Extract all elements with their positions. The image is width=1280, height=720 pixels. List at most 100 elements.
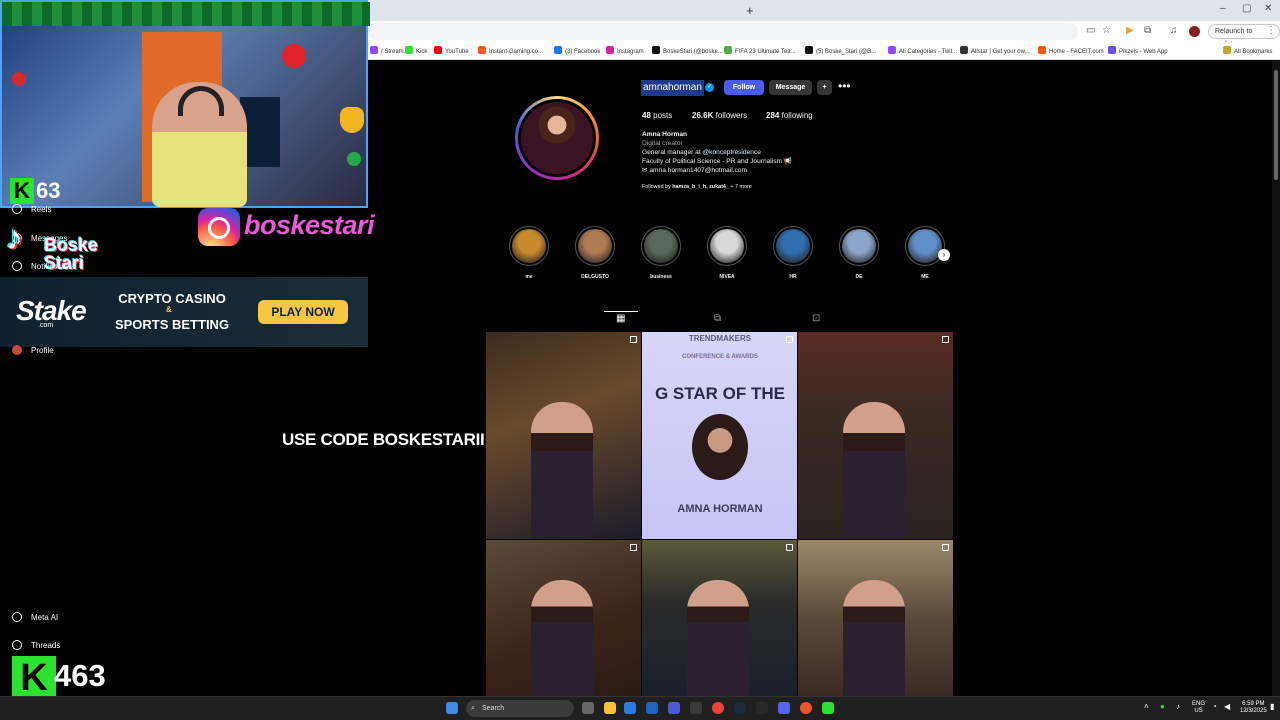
tab-posts[interactable]: ▦	[616, 313, 625, 324]
cast-icon[interactable]: ▭	[1086, 25, 1095, 36]
tab-tagged[interactable]: ⊡	[812, 313, 820, 324]
bio-mention-link[interactable]: @konceptresidence	[702, 149, 760, 156]
bookmark-item[interactable]: Pikzels - Web App	[1108, 46, 1168, 55]
kick-count-badge: K 63	[10, 178, 60, 206]
post-thumbnail[interactable]	[486, 332, 641, 539]
post-caption-star: G STAR OF THE	[654, 384, 785, 403]
bookmark-item[interactable]: Kick	[405, 46, 427, 55]
play-now-button[interactable]: PLAY NOW	[258, 300, 348, 324]
sidebar-item-threads[interactable]: Threads	[12, 640, 60, 650]
profile-full-name: Amna Horman	[642, 131, 688, 138]
url-input[interactable]	[368, 23, 1078, 40]
steam-icon[interactable]	[734, 702, 746, 714]
profile-avatar[interactable]	[515, 96, 599, 180]
close-window-button[interactable]: ✕	[1264, 3, 1272, 14]
all-bookmarks-link[interactable]: All Bookmarks	[1223, 46, 1272, 55]
highlight-label: business	[650, 274, 672, 280]
bio-line-1: General manager at @konceptresidence	[642, 149, 761, 156]
following-stat[interactable]: 284 following	[766, 111, 813, 120]
chrome-icon[interactable]	[712, 702, 724, 714]
post-subject	[531, 402, 593, 539]
bookmark-item[interactable]: (5) Boske_Stari (@B...	[805, 46, 876, 55]
bookmark-favicon-icon	[405, 46, 413, 54]
bookmark-item[interactable]: Allstar | Get your ow...	[960, 46, 1030, 55]
new-tab-button[interactable]: +	[746, 3, 754, 18]
epic-icon[interactable]	[756, 702, 768, 714]
bookmark-item[interactable]: (3) Facebook	[554, 46, 600, 55]
follow-button[interactable]: Follow	[724, 80, 764, 95]
scrollbar-thumb[interactable]	[1274, 70, 1278, 180]
post-thumbnail[interactable]	[486, 540, 641, 696]
network-icon[interactable]: ◔	[1212, 703, 1217, 711]
more-options-icon[interactable]: •••	[838, 79, 851, 93]
mic-icon[interactable]: ♪	[1176, 703, 1180, 711]
bookmark-item[interactable]: FIFA 23 Ultimate Tea...	[724, 46, 796, 55]
clock[interactable]: 6:59 PM 12/3/2025	[1240, 701, 1267, 715]
bookmark-item[interactable]: Home - FACEIT.com	[1038, 46, 1104, 55]
browser-tab-strip: + – ▢ ✕	[368, 0, 1280, 21]
bookmark-favicon-icon	[805, 46, 813, 54]
task-view-icon[interactable]	[582, 702, 594, 714]
extension-icon[interactable]: ▶	[1126, 25, 1134, 36]
maximize-button[interactable]: ▢	[1242, 3, 1251, 14]
story-highlight[interactable]: NIVEA	[707, 226, 747, 280]
media-icon[interactable]: ♫	[1170, 25, 1178, 36]
kick-app-icon[interactable]	[822, 702, 834, 714]
bookmark-item[interactable]: Instagram	[606, 46, 644, 55]
post-thumbnail[interactable]	[642, 540, 797, 696]
bookmark-star-icon[interactable]: ☆	[1102, 25, 1111, 36]
story-highlight[interactable]: DE	[839, 226, 879, 280]
post-subject	[843, 402, 905, 539]
bookmark-item[interactable]: / Stream...	[370, 46, 409, 55]
tray-app-icon[interactable]: ●	[1160, 703, 1165, 711]
discord-icon[interactable]	[778, 702, 790, 714]
post-thumbnail[interactable]	[798, 540, 953, 696]
carousel-icon	[786, 544, 793, 551]
windows-taskbar: ⌕ Search ˄ ● ♪ ENG US ◔ ◀ 6:59 PM 12/3/2025…	[0, 696, 1280, 720]
tiktok-logo-icon: ♪	[6, 219, 23, 257]
bookmark-favicon-icon	[724, 46, 732, 54]
bookmark-item[interactable]: BoskeStari (@boske...	[652, 46, 723, 55]
story-highlight[interactable]: me	[509, 226, 549, 280]
bell-icon	[340, 107, 364, 133]
kick-logo-icon: K	[10, 178, 34, 204]
search-icon: ⌕	[471, 705, 475, 712]
tray-chevron-icon[interactable]: ˄	[1144, 703, 1149, 711]
teams-icon[interactable]	[668, 702, 680, 714]
story-highlight[interactable]: HR	[773, 226, 813, 280]
bookmark-favicon-icon	[652, 46, 660, 54]
language-indicator[interactable]: ENG US	[1192, 701, 1205, 715]
instagram-logo-icon	[198, 208, 240, 246]
message-button[interactable]: Message	[769, 80, 812, 95]
sidebar-item-meta-ai[interactable]: Meta AI	[12, 612, 58, 622]
screen: + – ▢ ✕ ▭ ☆ ▶ ⧉ ♫ Relaunch to update ⋮ /…	[0, 0, 1280, 720]
bookmark-item[interactable]: YouTube	[434, 46, 469, 55]
bookmark-item[interactable]: All Categories - Twit...	[888, 46, 957, 55]
edge-icon[interactable]	[624, 702, 636, 714]
profile-avatar-icon[interactable]	[1189, 26, 1200, 37]
story-highlight[interactable]: business	[641, 226, 681, 280]
volume-icon[interactable]: ◀	[1224, 703, 1230, 711]
followers-stat[interactable]: 26.6K followers	[692, 111, 747, 120]
obs-icon[interactable]	[800, 702, 812, 714]
post-thumbnail[interactable]	[798, 332, 953, 539]
story-highlight[interactable]: DELGUSTO	[575, 226, 615, 280]
bookmark-favicon-icon	[606, 46, 614, 54]
sidebar-item-reels[interactable]: Reels	[12, 204, 51, 214]
menu-dots-icon[interactable]: ⋮	[1266, 25, 1276, 36]
taskbar-search[interactable]: ⌕ Search	[466, 700, 574, 717]
bookmark-item[interactable]: Instant-Gaming.co...	[478, 46, 543, 55]
start-icon[interactable]	[446, 702, 458, 714]
sidebar-item-profile[interactable]: Profile	[12, 345, 54, 355]
notifications-icon[interactable]: ▮	[1270, 703, 1274, 711]
outlook-icon[interactable]	[646, 702, 658, 714]
minimize-button[interactable]: –	[1220, 3, 1226, 14]
extensions-puzzle-icon[interactable]: ⧉	[1144, 25, 1151, 36]
suggested-users-button[interactable]: +	[817, 80, 832, 95]
followed-by[interactable]: Followed by hamza_b_i_h, zukat4_ + 7 mor…	[642, 183, 752, 192]
store-icon[interactable]	[690, 702, 702, 714]
file-explorer-icon[interactable]	[604, 702, 616, 714]
post-thumbnail[interactable]: TRENDMAKERS CONFERENCE & AWARDS G STAR OF …	[642, 332, 797, 539]
highlights-next-icon[interactable]: ›	[938, 249, 950, 261]
tab-reels[interactable]: ⧉	[714, 313, 721, 324]
